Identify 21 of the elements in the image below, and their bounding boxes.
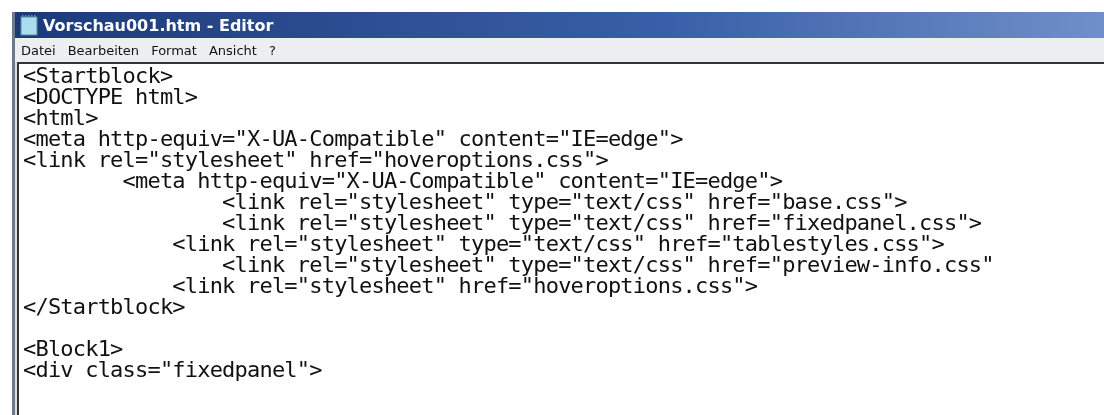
menu-item[interactable]: ?: [268, 42, 276, 58]
code-line: <link rel="stylesheet" type="text/css" href="fixedpanel.css">: [221, 212, 982, 233]
menu-item[interactable]: Datei: [21, 42, 56, 58]
code-line: <Startblock>: [23, 65, 173, 86]
code-line: <div class="fixedpanel">: [23, 359, 322, 380]
window-title: Vorschau001.htm - Editor: [43, 15, 274, 35]
code-line: <link rel="stylesheet" type="text/css" href="preview-info.css": [221, 254, 994, 275]
code-line: <meta http-equiv="X-UA-Compatible" content="IE=edge">: [122, 170, 783, 191]
code-line: <DOCTYPE html>: [23, 86, 198, 107]
code-line: <meta http-equiv="X-UA-Compatible" content="IE=edge">: [23, 128, 683, 149]
menu-item[interactable]: Format: [151, 42, 197, 58]
menu-item[interactable]: Ansicht: [208, 42, 257, 58]
code-line: <link rel="stylesheet" href="hoveroptions.css">: [171, 275, 758, 296]
code-line: <link rel="stylesheet" type="text/css" href="base.css">: [222, 191, 907, 212]
code-line: <Block1>: [23, 338, 123, 359]
code-line: <link rel="stylesheet" href="hoveroptions.css">: [23, 149, 608, 170]
code-line: <html>: [23, 107, 98, 128]
notepad-icon: [19, 14, 39, 36]
code-line: </Startblock>: [23, 296, 185, 317]
code-line: <link rel="stylesheet" type="text/css" href="tablestyles.css">: [171, 233, 944, 254]
menu-item[interactable]: Bearbeiten: [67, 42, 140, 58]
